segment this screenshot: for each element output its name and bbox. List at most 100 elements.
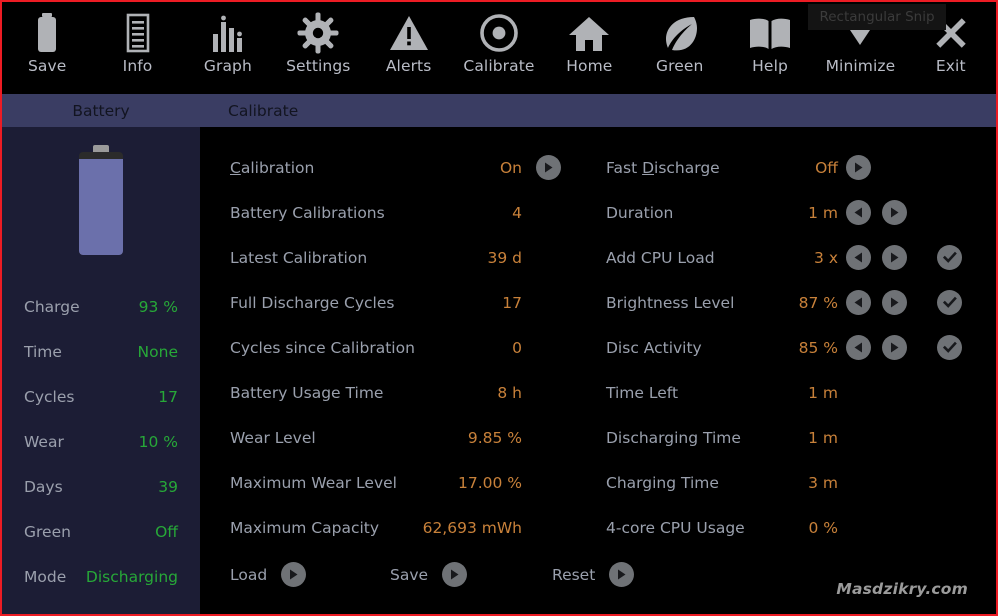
setting-label: Disc Activity — [606, 338, 702, 357]
setting-controls — [846, 155, 871, 180]
decrease-button[interactable] — [846, 335, 871, 360]
toolbar-button-info[interactable]: Info — [92, 10, 182, 90]
tab-label: Battery — [72, 101, 130, 120]
setting-row-duration: Duration 1 m — [606, 190, 986, 235]
setting-row-cycles-since-calibration: Cycles since Calibration 0 — [230, 325, 606, 370]
toolbar-button-green[interactable]: Green — [635, 10, 725, 90]
toolbar-button-label: Home — [566, 57, 613, 75]
setting-label: 4-core CPU Usage — [606, 518, 745, 537]
battery-stat-value: 93 % — [138, 297, 178, 316]
increase-button[interactable] — [882, 290, 907, 315]
save-action[interactable]: Save — [390, 562, 500, 587]
action-label: Save — [390, 565, 429, 584]
setting-value: 9.85 % — [467, 428, 522, 447]
play-button[interactable] — [536, 155, 561, 180]
setting-row-disc-activity: Disc Activity 85 % — [606, 325, 986, 370]
setting-row-battery-usage-time: Battery Usage Time 8 h — [230, 370, 606, 415]
calibration-settings-column: Calibration On Battery Calibrations 4 Latest… — [230, 145, 606, 550]
toolbar-button-alerts[interactable]: Alerts — [363, 10, 453, 90]
toolbar-button-home[interactable]: Home — [544, 10, 634, 90]
leaf-icon — [659, 10, 701, 56]
apply-check-button[interactable] — [937, 290, 962, 315]
toolbar-button-settings[interactable]: Settings — [273, 10, 363, 90]
setting-label: Calibration — [230, 158, 315, 177]
setting-controls — [846, 335, 962, 360]
discharge-settings-column: Fast Discharge Off Duration 1 m Add CPU Load… — [606, 145, 986, 550]
play-icon[interactable] — [442, 562, 468, 587]
decrease-button[interactable] — [846, 290, 871, 315]
setting-row-maximum-wear-level: Maximum Wear Level 17.00 % — [230, 460, 606, 505]
reset-action[interactable]: Reset — [552, 562, 635, 587]
setting-row-4-core-cpu-usage: 4-core CPU Usage 0 % — [606, 505, 986, 550]
toolbar-button-label: Graph — [203, 57, 252, 75]
battery-stat-label: Days — [24, 477, 63, 496]
tab-label: Calibrate — [228, 101, 299, 120]
battery-stat-row: Charge 93 % — [2, 284, 200, 329]
decrease-button[interactable] — [846, 200, 871, 225]
setting-value: 39 d — [487, 248, 523, 267]
setting-label: Charging Time — [606, 473, 719, 492]
setting-value: Off — [815, 158, 838, 177]
toolbar-button-label: Green — [655, 57, 704, 75]
setting-value: 0 — [512, 338, 522, 357]
toolbar-button-save[interactable]: Save — [2, 10, 92, 90]
setting-row-add-cpu-load: Add CPU Load 3 x — [606, 235, 986, 280]
setting-label: Add CPU Load — [606, 248, 715, 267]
setting-label: Discharging Time — [606, 428, 741, 447]
setting-label: Fast Discharge — [606, 158, 720, 177]
tab-calibrate[interactable]: Calibrate — [200, 94, 298, 127]
battery-stat-row: Green Off — [2, 509, 200, 554]
target-circle-icon — [478, 10, 520, 56]
action-label: Load — [230, 565, 268, 584]
setting-label: Battery Calibrations — [230, 203, 385, 222]
decrease-button[interactable] — [846, 245, 871, 270]
battery-stat-row: Days 39 — [2, 464, 200, 509]
battery-stat-value: Off — [155, 522, 178, 541]
toolbar-button-graph[interactable]: Graph — [183, 10, 273, 90]
tab-battery[interactable]: Battery — [2, 94, 200, 127]
battery-stat-label: Mode — [24, 567, 67, 586]
toolbar-button-label: Exit — [935, 57, 966, 75]
battery-stats-list: Charge 93 % Time None Cycles 17 Wear 10 % Days 39… — [2, 284, 200, 599]
setting-label: Time Left — [606, 383, 679, 402]
warning-triangle-icon — [388, 10, 430, 56]
setting-label: Maximum Capacity — [230, 518, 380, 537]
battery-stat-value: Discharging — [85, 567, 178, 586]
increase-button[interactable] — [882, 200, 907, 225]
setting-value: 85 % — [798, 338, 838, 357]
setting-value: 1 m — [808, 203, 838, 222]
battery-stat-value: 39 — [158, 477, 178, 496]
battery-stat-label: Time — [24, 342, 62, 361]
battery-icon — [28, 10, 66, 56]
battery-stat-label: Charge — [24, 297, 80, 316]
setting-row-full-discharge-cycles: Full Discharge Cycles 17 — [230, 280, 606, 325]
increase-button[interactable] — [882, 335, 907, 360]
toolbar-button-calibrate[interactable]: Calibrate — [454, 10, 544, 90]
toolbar-button-help[interactable]: Help — [725, 10, 815, 90]
toolbar-button-label: Minimize — [825, 57, 896, 75]
play-icon[interactable] — [609, 562, 635, 587]
battery-stat-row: Wear 10 % — [2, 419, 200, 464]
setting-value: 17.00 % — [457, 473, 522, 492]
play-icon[interactable] — [281, 562, 307, 587]
setting-row-fast-discharge: Fast Discharge Off — [606, 145, 986, 190]
play-button[interactable] — [846, 155, 871, 180]
setting-label: Brightness Level — [606, 293, 735, 312]
snip-tooltip: Rectangular Snip — [808, 4, 946, 30]
battery-level-graphic — [79, 145, 123, 255]
setting-row-calibration: Calibration On — [230, 145, 606, 190]
apply-check-button[interactable] — [937, 335, 962, 360]
load-action[interactable]: Load — [230, 562, 338, 587]
battery-stat-value: 17 — [158, 387, 178, 406]
increase-button[interactable] — [882, 245, 907, 270]
setting-value: 4 — [512, 203, 522, 222]
setting-value: 87 % — [798, 293, 838, 312]
setting-value: 1 m — [808, 428, 838, 447]
toolbar-button-label: Calibrate — [463, 57, 535, 75]
battery-stat-label: Wear — [24, 432, 64, 451]
snip-tooltip-label: Rectangular Snip — [819, 9, 935, 25]
action-label: Reset — [552, 565, 596, 584]
home-icon — [567, 10, 611, 56]
apply-check-button[interactable] — [937, 245, 962, 270]
battery-cap — [93, 145, 109, 152]
